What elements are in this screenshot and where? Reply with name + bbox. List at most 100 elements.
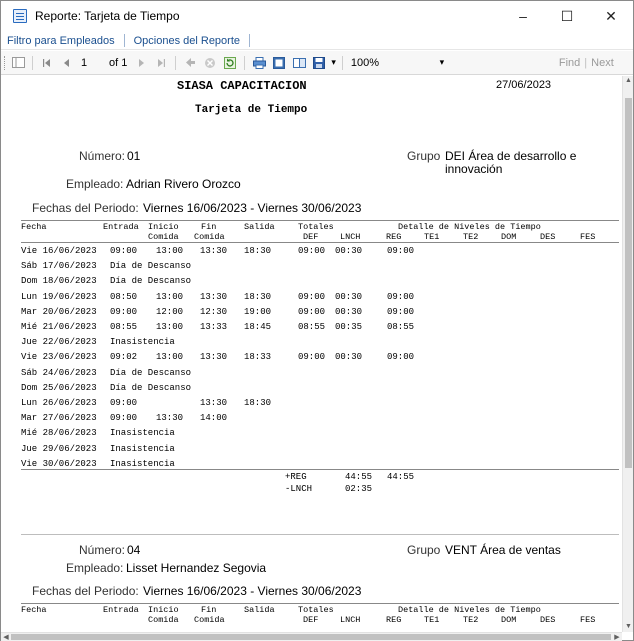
- zoom-select[interactable]: 100%: [347, 57, 407, 69]
- col-des: DES: [540, 615, 556, 625]
- report-company: SIASA CAPACITACION: [177, 79, 307, 93]
- export-dropdown-icon[interactable]: ▾: [331, 57, 336, 68]
- page-setup-icon[interactable]: [291, 55, 307, 71]
- cell-entrada: 09:00: [110, 413, 138, 424]
- report-content: SIASA CAPACITACION 27/06/2023 Tarjeta de…: [1, 76, 622, 632]
- last-page-icon[interactable]: [153, 55, 169, 71]
- cell-entrada: 09:02: [110, 352, 138, 363]
- report-title: Tarjeta de Tiempo: [195, 104, 308, 116]
- cell-fecha: Mar 20/06/2023: [21, 306, 97, 317]
- cell-fecha: Sáb 24/06/2023: [21, 367, 97, 378]
- report-app-icon: [13, 9, 27, 23]
- page-number-input[interactable]: 1: [77, 55, 105, 71]
- col-te2: TE2: [463, 232, 479, 242]
- menu-opciones-reporte[interactable]: Opciones del Reporte: [128, 33, 246, 49]
- find-next-link[interactable]: Next: [587, 57, 618, 69]
- close-button[interactable]: ✕: [589, 1, 633, 31]
- cell-entrada: Día de Descanso: [110, 276, 192, 287]
- empleado-value: Lisset Hernandez Segovia: [126, 561, 267, 575]
- col-fin: Fin: [201, 222, 217, 232]
- minimize-button[interactable]: –: [501, 1, 545, 31]
- cell-fin: 13:30: [200, 398, 228, 408]
- scroll-left-icon[interactable]: ◀: [1, 633, 11, 641]
- cell-def: 09:00: [298, 352, 326, 363]
- col-dom: DOM: [501, 615, 517, 625]
- document-map-icon[interactable]: [10, 55, 26, 71]
- menu-filtro-empleados[interactable]: Filtro para Empleados: [1, 33, 121, 49]
- cell-lnch: 00:30: [335, 246, 363, 256]
- report-date: 27/06/2023: [496, 79, 552, 91]
- cell-fin: 13:30: [200, 291, 228, 302]
- periodo-label: Fechas del Periodo:: [32, 201, 139, 215]
- scroll-down-icon[interactable]: ▼: [623, 622, 634, 632]
- first-page-icon[interactable]: [39, 55, 55, 71]
- col-des: DES: [540, 232, 556, 242]
- toolbar-separator: [341, 55, 343, 70]
- cell-inicio: 13:00: [156, 322, 184, 332]
- cell-inicio: 13:30: [156, 413, 184, 424]
- summary-reg-detail: 44:55: [387, 472, 415, 482]
- vertical-scrollbar[interactable]: ▲ ▼: [622, 76, 633, 632]
- header-top-line: [21, 220, 619, 221]
- summary-reg-total: 44:55: [345, 472, 373, 482]
- cell-fin: 14:00: [200, 413, 228, 424]
- col-comida: Comida: [148, 615, 179, 625]
- horizontal-scrollbar[interactable]: ◀ ▶: [1, 632, 622, 641]
- cell-reg: 09:00: [387, 352, 415, 363]
- find-link[interactable]: Find: [555, 57, 584, 69]
- menu-strip: Filtro para Empleados Opciones del Repor…: [1, 32, 633, 50]
- refresh-icon[interactable]: [222, 55, 238, 71]
- col-fecha: Fecha: [21, 605, 47, 615]
- toolbar-grip[interactable]: [4, 55, 8, 70]
- empleado-label: Empleado:: [66, 177, 124, 191]
- col-fes: FES: [580, 615, 596, 625]
- col-detalle: Detalle de Niveles de Tiempo: [398, 222, 541, 232]
- cell-fecha: Vie 16/06/2023: [21, 246, 97, 256]
- cell-reg: 08:55: [387, 322, 415, 332]
- horizontal-scroll-thumb[interactable]: [11, 634, 611, 640]
- print-layout-icon[interactable]: [271, 55, 287, 71]
- page-count-label: of 1: [109, 56, 128, 69]
- maximize-button[interactable]: ☐: [545, 1, 589, 31]
- col-salida: Salida: [244, 605, 275, 615]
- grupo-value: VENT Área de ventas: [445, 543, 561, 557]
- back-icon[interactable]: [182, 55, 198, 71]
- cell-fecha: Mié 28/06/2023: [21, 428, 97, 439]
- col-detalle: Detalle de Niveles de Tiempo: [398, 605, 541, 615]
- cell-entrada: Día de Descanso: [110, 261, 192, 272]
- cell-def: 09:00: [298, 291, 326, 302]
- cell-fecha: Jue 29/06/2023: [21, 443, 97, 454]
- vertical-scroll-thumb[interactable]: [625, 98, 632, 468]
- window-title: Reporte: Tarjeta de Tiempo: [35, 9, 180, 23]
- cell-reg: 09:00: [387, 291, 415, 302]
- empleado-value: Adrian Rivero Orozco: [126, 177, 241, 191]
- print-icon[interactable]: [251, 55, 267, 71]
- col-lnch: LNCH: [340, 232, 361, 242]
- stop-icon[interactable]: [202, 55, 218, 71]
- find-input[interactable]: [485, 55, 555, 71]
- export-save-icon[interactable]: [311, 55, 327, 71]
- col-inicio: Inicio: [148, 605, 179, 615]
- next-page-icon[interactable]: [133, 55, 149, 71]
- grupo-label: Grupo: [407, 543, 441, 557]
- cell-entrada: Día de Descanso: [110, 367, 192, 378]
- cell-lnch: 00:30: [335, 291, 363, 302]
- col-def: DEF: [303, 615, 319, 625]
- numero-label: Número:: [79, 543, 126, 557]
- cell-fin: 12:30: [200, 306, 228, 317]
- cell-salida: 19:00: [244, 306, 272, 317]
- title-bar: Reporte: Tarjeta de Tiempo – ☐ ✕: [1, 1, 633, 31]
- menu-separator: [249, 34, 251, 47]
- cell-fin: 13:30: [200, 352, 228, 363]
- cell-salida: 18:30: [244, 398, 272, 408]
- col-fin: Fin: [201, 605, 217, 615]
- report-toolbar: 1 of 1 ▾ 100% ▾ Find | Next: [1, 51, 633, 75]
- scroll-up-icon[interactable]: ▲: [623, 76, 634, 86]
- col-te1: TE1: [424, 615, 440, 625]
- scroll-right-icon[interactable]: ▶: [612, 633, 622, 641]
- cell-fecha: Sáb 17/06/2023: [21, 261, 97, 272]
- previous-page-icon[interactable]: [59, 55, 75, 71]
- cell-lnch: 00:30: [335, 352, 363, 363]
- zoom-dropdown-icon[interactable]: ▾: [407, 57, 477, 68]
- empleado-label: Empleado:: [66, 561, 124, 575]
